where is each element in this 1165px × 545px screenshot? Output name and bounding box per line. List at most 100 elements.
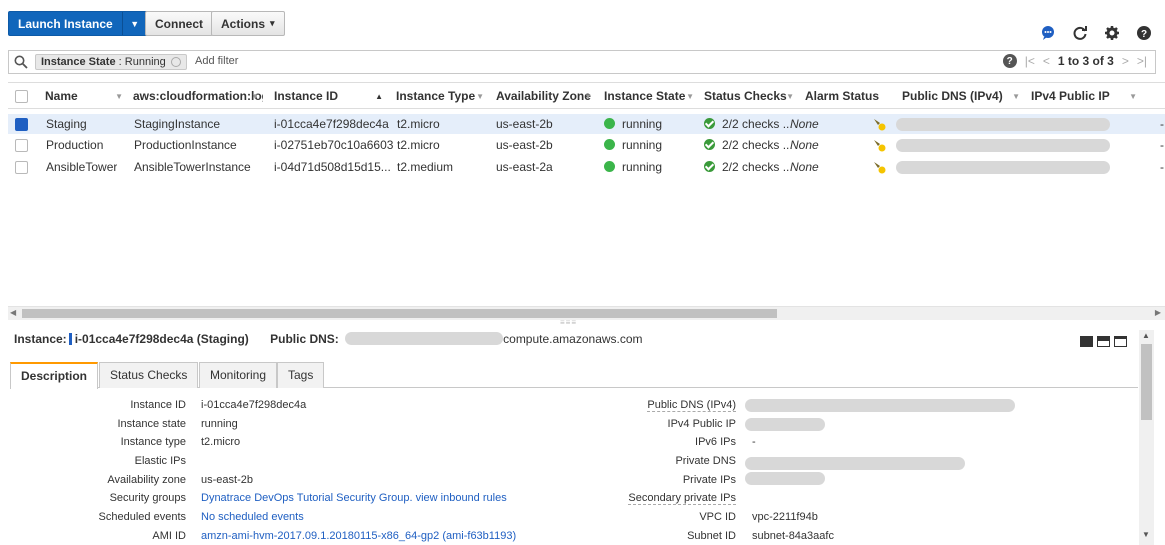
- col-instance-id[interactable]: Instance ID ▲: [274, 83, 387, 110]
- connect-button[interactable]: Connect: [145, 11, 213, 36]
- filter-bar[interactable]: Instance State : Running Add filter ? |<…: [8, 50, 1156, 74]
- svg-text:?: ?: [1141, 29, 1147, 40]
- cell-instance-id: i-04d71d508d15d15...: [274, 160, 391, 174]
- col-instance-state[interactable]: Instance State ▼: [604, 83, 698, 110]
- launch-instance-button[interactable]: Launch Instance ▼: [8, 11, 148, 36]
- cell-name: AnsibleTower: [46, 160, 118, 174]
- chat-icon[interactable]: [1040, 25, 1056, 41]
- tab-tags[interactable]: Tags: [277, 362, 325, 388]
- col-status-checks[interactable]: Status Checks ▼: [704, 83, 798, 110]
- row-checkbox[interactable]: [15, 161, 28, 174]
- filter-help-icon[interactable]: ?: [1002, 54, 1017, 68]
- table-header: Name ▼ aws:cloudformation:log ▼ Instance I…: [8, 82, 1165, 109]
- tab-monitoring[interactable]: Monitoring: [199, 362, 278, 388]
- kv-label: AMI ID: [152, 530, 186, 542]
- actions-button[interactable]: Actions ▾: [211, 11, 285, 36]
- kv-label: Subnet ID: [687, 530, 736, 542]
- subnet-id-value[interactable]: subnet-84a3aafc: [752, 530, 834, 542]
- scroll-thumb[interactable]: [1141, 344, 1152, 420]
- col-ipv4-public-ip[interactable]: IPv4 Public IP ▼: [1031, 83, 1141, 110]
- security-groups-link[interactable]: Dynatrace DevOps Tutorial Security Group…: [201, 492, 507, 504]
- table-row[interactable]: Production ProductionInstance i-02751eb7…: [8, 135, 1165, 155]
- kv-label: Availability zone: [107, 474, 186, 486]
- last-page-icon[interactable]: >|: [1137, 54, 1147, 68]
- scroll-left-icon[interactable]: ◀: [10, 308, 16, 317]
- scroll-right-icon[interactable]: ▶: [1155, 308, 1161, 317]
- tab-description[interactable]: Description: [10, 362, 99, 389]
- scroll-thumb[interactable]: [22, 309, 777, 318]
- cell-name: Production: [46, 138, 104, 152]
- cell-status-checks[interactable]: 2/2 checks ...: [704, 157, 793, 177]
- cell-ipv4: -: [1160, 160, 1164, 174]
- instances-table: Name ▼ aws:cloudformation:log ▼ Instance I…: [8, 82, 1165, 308]
- panel-resize-handle[interactable]: ≡≡≡: [560, 318, 577, 327]
- public-dns-redacted: [745, 399, 1015, 412]
- prev-page-icon[interactable]: <: [1043, 54, 1050, 68]
- layout-split-icon[interactable]: [1097, 336, 1110, 347]
- kv-label: Private DNS: [675, 455, 736, 467]
- gear-icon[interactable]: [1104, 25, 1120, 41]
- next-page-icon[interactable]: >: [1122, 54, 1129, 68]
- kv-label: VPC ID: [699, 511, 736, 523]
- tab-status-checks[interactable]: Status Checks: [99, 362, 199, 388]
- remove-filter-icon[interactable]: [170, 57, 181, 67]
- vpc-id-value[interactable]: vpc-2211f94b: [752, 511, 818, 523]
- col-name[interactable]: Name ▼: [45, 83, 127, 110]
- create-alarm-icon[interactable]: [872, 160, 886, 174]
- kv-label: Public DNS (IPv4): [647, 399, 736, 412]
- col-alarm-status[interactable]: Alarm Status: [805, 83, 889, 110]
- kv-label: Secondary private IPs: [628, 492, 736, 505]
- filter-chip[interactable]: Instance State : Running: [35, 54, 187, 70]
- layout-bottom-icon[interactable]: [1080, 336, 1093, 347]
- kv-value: -: [752, 436, 756, 448]
- kv-label: IPv6 IPs: [695, 436, 736, 448]
- public-dns-label: Public DNS:: [270, 332, 339, 346]
- col-instance-type[interactable]: Instance Type ▼: [396, 83, 488, 110]
- scroll-down-icon[interactable]: ▼: [1142, 530, 1150, 539]
- public-dns-suffix: compute.amazonaws.com: [503, 332, 643, 346]
- table-horizontal-scrollbar[interactable]: ◀ ▶: [8, 306, 1165, 320]
- select-all-checkbox[interactable]: [15, 90, 28, 103]
- cell-instance-id: i-01cca4e7f298dec4a: [274, 117, 389, 131]
- row-checkbox[interactable]: [15, 118, 28, 131]
- check-icon: [704, 161, 715, 172]
- help-icon[interactable]: ?: [1136, 25, 1152, 41]
- layout-top-icon[interactable]: [1114, 336, 1127, 347]
- public-dns-redacted: [896, 161, 1110, 174]
- cell-logical-id: ProductionInstance: [134, 138, 237, 152]
- launch-instance-label: Launch Instance: [9, 12, 123, 35]
- public-dns-redacted: [896, 118, 1110, 131]
- ami-id-link[interactable]: amzn-ami-hvm-2017.09.1.20180115-x86_64-g…: [201, 530, 516, 542]
- cell-logical-id: StagingInstance: [134, 117, 221, 131]
- cell-state: running: [604, 114, 662, 134]
- filter-chip-key: Instance State: [41, 56, 116, 68]
- cell-status-checks[interactable]: 2/2 checks ...: [704, 114, 793, 134]
- first-page-icon[interactable]: |<: [1025, 54, 1035, 68]
- cell-status-checks[interactable]: 2/2 checks ...: [704, 135, 793, 155]
- public-dns-redacted: [345, 332, 504, 345]
- kv-value: running: [201, 418, 238, 430]
- table-row[interactable]: AnsibleTower AnsibleTowerInstance i-04d7…: [8, 157, 1165, 177]
- launch-dropdown-caret-icon[interactable]: ▼: [123, 12, 147, 35]
- scheduled-events-link[interactable]: No scheduled events: [201, 511, 304, 523]
- row-checkbox[interactable]: [15, 139, 28, 152]
- running-status-icon: [604, 139, 615, 150]
- cell-instance-type: t2.micro: [397, 117, 440, 131]
- col-logical-id[interactable]: aws:cloudformation:log ▼: [133, 83, 263, 110]
- cell-instance-type: t2.medium: [397, 160, 454, 174]
- detail-tabs: Description Status Checks Monitoring Tag…: [10, 362, 1138, 389]
- table-row[interactable]: Staging StagingInstance i-01cca4e7f298de…: [8, 114, 1165, 134]
- detail-vertical-scrollbar[interactable]: ▲ ▼: [1139, 330, 1154, 545]
- create-alarm-icon[interactable]: [872, 117, 886, 131]
- add-filter-input[interactable]: Add filter: [195, 55, 238, 67]
- scroll-up-icon[interactable]: ▲: [1142, 331, 1150, 340]
- running-status-icon: [604, 161, 615, 172]
- chevron-down-icon: ▾: [270, 18, 275, 28]
- cell-logical-id: AnsibleTowerInstance: [134, 160, 251, 174]
- col-availability-zone[interactable]: Availability Zone ▼: [496, 83, 596, 110]
- col-public-dns[interactable]: Public DNS (IPv4) ▼: [902, 83, 1024, 110]
- create-alarm-icon[interactable]: [872, 138, 886, 152]
- kv-value: i-01cca4e7f298dec4a: [201, 399, 307, 411]
- filter-chip-value: Running: [124, 56, 166, 68]
- refresh-icon[interactable]: [1072, 25, 1088, 41]
